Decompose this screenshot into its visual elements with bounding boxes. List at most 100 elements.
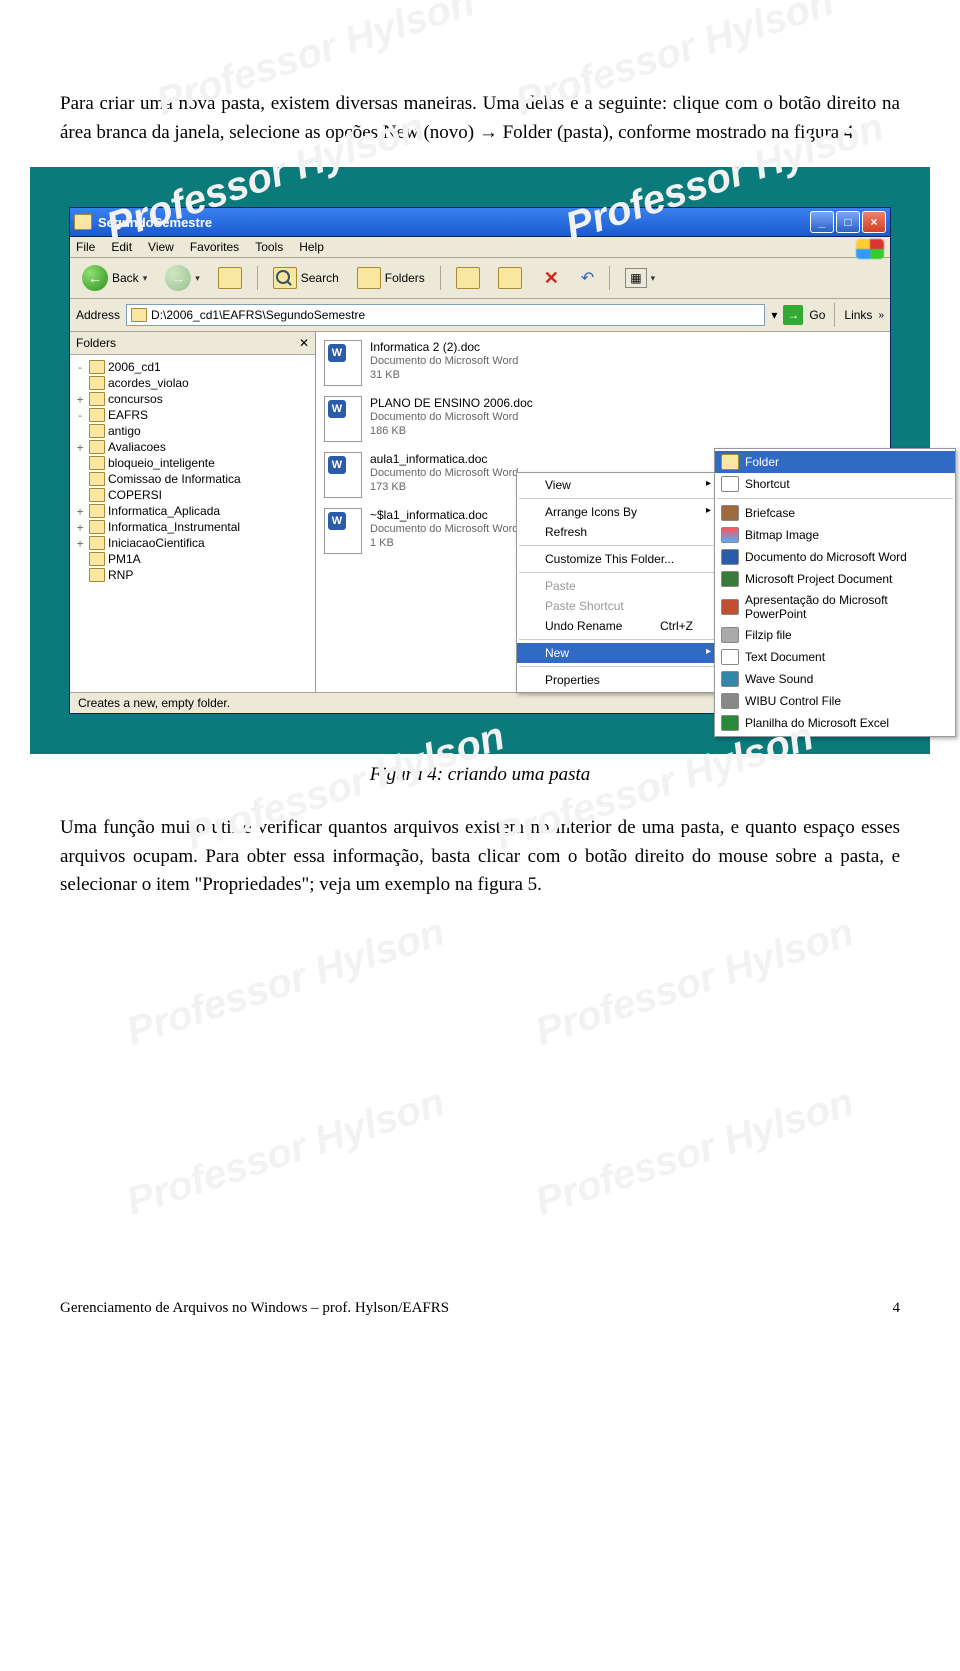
up-button[interactable] (212, 264, 248, 292)
file-list[interactable]: WInformatica 2 (2).docDocumento do Micro… (316, 332, 890, 692)
search-button[interactable]: Search (267, 264, 345, 292)
word-doc-icon: W (324, 396, 362, 442)
file-item[interactable]: WPLANO DE ENSINO 2006.docDocumento do Mi… (324, 396, 882, 442)
ctx-properties[interactable]: Properties (517, 670, 717, 690)
tree-node[interactable]: Comissao de Informatica (74, 471, 311, 487)
folders-button[interactable]: Folders (351, 264, 431, 292)
submenu-item[interactable]: WIBU Control File (715, 690, 955, 712)
menu-file[interactable]: File (76, 240, 95, 254)
context-menu: View Arrange Icons By Refresh Customize … (516, 472, 718, 693)
ctx-paste: Paste (517, 576, 717, 596)
submenu-item[interactable]: Bitmap Image (715, 524, 955, 546)
delete-x-icon: ✕ (540, 268, 563, 289)
tree-node[interactable]: COPERSI (74, 487, 311, 503)
go-button[interactable]: → (783, 305, 803, 325)
tree-node[interactable]: RNP (74, 567, 311, 583)
tree-node[interactable]: +Informatica_Instrumental (74, 519, 311, 535)
ctx-arrange[interactable]: Arrange Icons By (517, 502, 717, 522)
sc-icon (721, 649, 739, 665)
tree-node[interactable]: bloqueio_inteligente (74, 455, 311, 471)
menu-help[interactable]: Help (299, 240, 324, 254)
forward-button[interactable]: → ▾ (159, 262, 206, 294)
tree-node[interactable]: +IniciacaoCientifica (74, 535, 311, 551)
submenu-item[interactable]: Microsoft Project Document (715, 568, 955, 590)
submenu-item[interactable]: Shortcut (715, 473, 955, 495)
watermark: Professor Hylson (530, 1079, 859, 1224)
ctx-new[interactable]: New (517, 643, 717, 663)
footer-left: Gerenciamento de Arquivos no Windows – p… (60, 1300, 449, 1317)
folder-tree[interactable]: -2006_cd1acordes_violao+concursos-EAFRSa… (70, 355, 315, 692)
xl-icon (721, 715, 739, 731)
watermark: Professor Hylson (121, 1079, 450, 1224)
watermark: Professor Hylson (530, 909, 859, 1054)
links-chevron[interactable]: » (878, 310, 884, 321)
toolbar: ← Back ▾ → ▾ Search Folder (70, 258, 890, 299)
windows-flag-icon (856, 239, 884, 259)
close-button[interactable]: × (862, 211, 886, 233)
sc-icon (721, 476, 739, 492)
views-icon: ▦ (625, 268, 646, 288)
folders-icon (357, 267, 381, 289)
watermark: Professor Hylson (121, 909, 450, 1054)
copyto-button[interactable] (492, 264, 528, 292)
delete-button[interactable]: ✕ (534, 265, 569, 292)
folder-icon (74, 214, 92, 230)
tree-node[interactable]: -2006_cd1 (74, 359, 311, 375)
tree-node[interactable]: acordes_violao (74, 375, 311, 391)
tree-node[interactable]: antigo (74, 423, 311, 439)
menu-view[interactable]: View (148, 240, 174, 254)
folders-title: Folders (76, 336, 116, 350)
explorer-window: SegundoSemestre _ □ × File Edit View Fav… (69, 207, 891, 714)
ctx-refresh[interactable]: Refresh (517, 522, 717, 542)
address-field[interactable]: D:\2006_cd1\EAFRS\SegundoSemestre (126, 304, 765, 326)
file-item[interactable]: WInformatica 2 (2).docDocumento do Micro… (324, 340, 882, 386)
minimize-button[interactable]: _ (810, 211, 834, 233)
menu-favorites[interactable]: Favorites (190, 240, 239, 254)
submenu-item[interactable]: Apresentação do Microsoft PowerPoint (715, 590, 955, 624)
moveto-icon (456, 267, 480, 289)
menubar: File Edit View Favorites Tools Help (70, 237, 890, 258)
ctx-view[interactable]: View (517, 475, 717, 495)
moveto-button[interactable] (450, 264, 486, 292)
footer-page: 4 (893, 1300, 901, 1317)
tree-node[interactable]: -EAFRS (74, 407, 311, 423)
links-label[interactable]: Links (844, 308, 872, 322)
submenu-item[interactable]: Documento do Microsoft Word (715, 546, 955, 568)
word-doc-icon: W (324, 508, 362, 554)
undo-button[interactable]: ↶ (575, 265, 600, 291)
wav-icon (721, 671, 739, 687)
folder-icon (721, 454, 739, 470)
address-value: D:\2006_cd1\EAFRS\SegundoSemestre (151, 308, 365, 322)
undo-icon: ↶ (581, 268, 594, 288)
ctx-undo[interactable]: Undo RenameCtrl+Z (517, 616, 717, 636)
ctx-customize[interactable]: Customize This Folder... (517, 549, 717, 569)
folder-icon (131, 308, 147, 322)
bmp-icon (721, 527, 739, 543)
screenshot-area: Professor Hylson Professor Hylson Segund… (30, 167, 930, 754)
submenu-item[interactable]: Briefcase (715, 502, 955, 524)
address-dropdown[interactable]: ▾ (771, 308, 777, 322)
brief-icon (721, 505, 739, 521)
tree-node[interactable]: +concursos (74, 391, 311, 407)
pp-icon (721, 599, 739, 615)
submenu-item[interactable]: Filzip file (715, 624, 955, 646)
w-icon (721, 549, 739, 565)
new-submenu: FolderShortcut BriefcaseBitmap ImageDocum… (714, 448, 956, 737)
tree-node[interactable]: +Informatica_Aplicada (74, 503, 311, 519)
tree-node[interactable]: PM1A (74, 551, 311, 567)
maximize-button[interactable]: □ (836, 211, 860, 233)
submenu-item[interactable]: Folder (715, 451, 955, 473)
submenu-item[interactable]: Text Document (715, 646, 955, 668)
back-button[interactable]: ← Back ▾ (76, 262, 153, 294)
address-label: Address (76, 308, 120, 322)
folders-pane: Folders ✕ -2006_cd1acordes_violao+concur… (70, 332, 316, 692)
submenu-item[interactable]: Wave Sound (715, 668, 955, 690)
menu-tools[interactable]: Tools (255, 240, 283, 254)
tree-node[interactable]: +Avaliacoes (74, 439, 311, 455)
folders-close[interactable]: ✕ (299, 336, 309, 350)
zip-icon (721, 627, 739, 643)
views-button[interactable]: ▦▾ (619, 265, 661, 291)
word-doc-icon: W (324, 452, 362, 498)
pj-icon (721, 571, 739, 587)
ctx-paste-shortcut: Paste Shortcut (517, 596, 717, 616)
